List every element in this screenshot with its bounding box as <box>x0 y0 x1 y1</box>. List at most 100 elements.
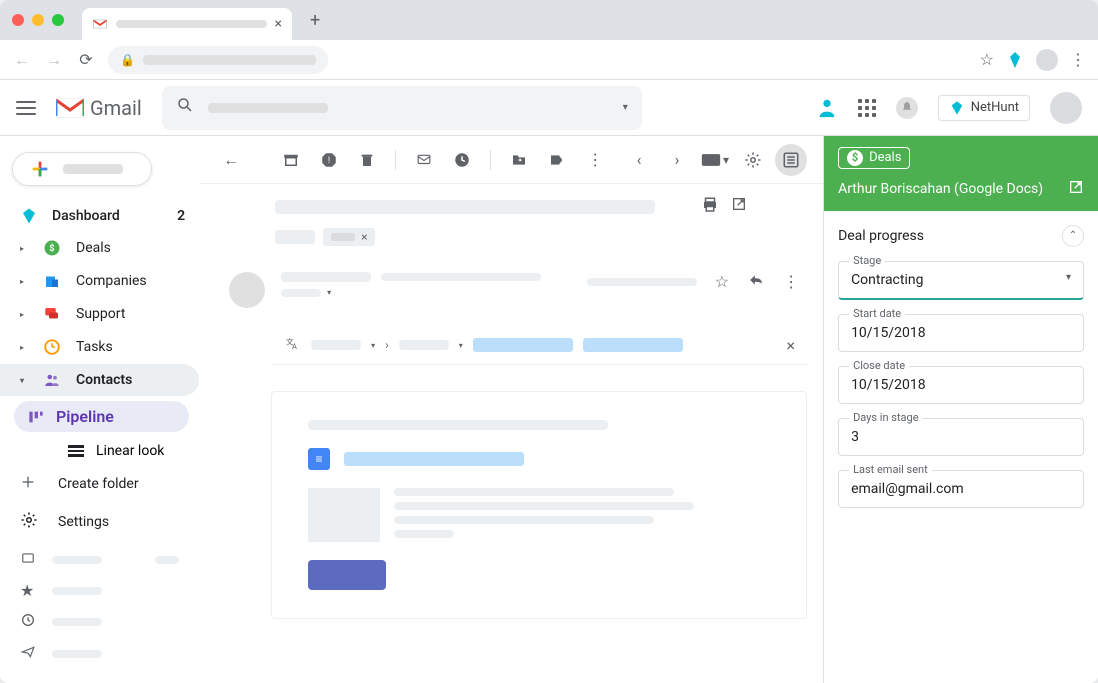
maximize-window-button[interactable] <box>52 14 64 26</box>
linear-label: Linear look <box>96 443 164 459</box>
doc-attachment[interactable]: ≡ <box>308 448 770 470</box>
browser-url-bar: ← → ⟳ 🔒 ☆ ⋮ <box>0 40 1098 80</box>
attachment-thumbnail[interactable] <box>308 488 380 542</box>
window-controls <box>12 14 64 26</box>
open-new-window-icon[interactable] <box>731 196 747 218</box>
mini-sent[interactable] <box>20 644 179 663</box>
sidebar-item-deals[interactable]: ▸ $ Deals <box>0 232 199 264</box>
mini-inbox[interactable] <box>20 550 179 569</box>
search-options-dropdown-icon[interactable]: ▾ <box>623 102 628 113</box>
nethunt-badge-icon <box>949 100 965 116</box>
section-collapse-button[interactable]: ⌃ <box>1062 225 1084 247</box>
dst-lang-dropdown[interactable]: ▾ <box>459 341 463 350</box>
tab-close-icon[interactable]: × <box>275 16 282 32</box>
reload-button[interactable]: ⟳ <box>76 50 96 69</box>
back-to-inbox-button[interactable]: ← <box>215 144 247 176</box>
main-menu-button[interactable] <box>16 101 36 115</box>
search-bar[interactable]: ▾ <box>162 86 642 130</box>
browser-tab-active[interactable]: × <box>82 8 292 40</box>
star-message-icon[interactable]: ☆ <box>715 272 729 291</box>
compose-button[interactable] <box>12 152 152 186</box>
settings-gear-button[interactable] <box>737 144 769 176</box>
forward-button[interactable]: → <box>44 50 64 70</box>
nethunt-crm-badge[interactable]: NetHunt <box>938 95 1030 121</box>
panel-header: $ Deals Arthur Boriscahan (Google Docs) <box>824 136 1098 211</box>
linear-icon <box>68 445 84 457</box>
label-chip[interactable]: × <box>323 228 375 246</box>
settings-label: Settings <box>58 514 109 530</box>
browser-tab-bar: × + <box>0 0 1098 40</box>
last-email-field[interactable]: Last email sent email@gmail.com <box>838 470 1084 508</box>
browser-profile-avatar[interactable] <box>1036 49 1058 71</box>
sidebar-item-tasks[interactable]: ▸ Tasks <box>0 331 199 363</box>
sidebar-item-label: Companies <box>76 273 147 289</box>
support-icon <box>42 304 62 324</box>
new-tab-button[interactable]: + <box>310 10 320 31</box>
mark-unread-button[interactable] <box>408 144 440 176</box>
compose-label-placeholder <box>63 164 123 174</box>
prev-message-button[interactable]: ‹ <box>623 144 655 176</box>
google-apps-icon[interactable] <box>858 99 876 117</box>
recipients-dropdown-icon[interactable]: ▾ <box>327 288 331 297</box>
sidebar-sub-linear[interactable]: Linear look <box>0 437 199 465</box>
stage-dropdown-icon: ▾ <box>1066 272 1071 283</box>
close-window-button[interactable] <box>12 14 24 26</box>
browser-menu-icon[interactable]: ⋮ <box>1070 50 1086 69</box>
dollar-icon: $ <box>847 150 863 166</box>
more-actions-button[interactable]: ⋮ <box>579 144 611 176</box>
side-panel-toggle-button[interactable] <box>775 144 807 176</box>
search-icon <box>176 96 194 119</box>
tab-title-placeholder <box>116 20 267 28</box>
gmail-labels-mini: ★ <box>0 542 199 671</box>
svg-text:A: A <box>292 342 297 351</box>
archive-button[interactable] <box>275 144 307 176</box>
days-in-stage-field[interactable]: Days in stage 3 <box>838 418 1084 456</box>
snooze-button[interactable] <box>446 144 478 176</box>
nethunt-extension-icon[interactable] <box>1006 51 1024 69</box>
delete-button[interactable] <box>351 144 383 176</box>
mini-starred[interactable]: ★ <box>20 581 179 600</box>
sidebar-item-support[interactable]: ▸ Support <box>0 298 199 330</box>
sidebar-item-companies[interactable]: ▸ Companies <box>0 265 199 297</box>
back-button[interactable]: ← <box>12 50 32 70</box>
message-more-icon[interactable]: ⋮ <box>783 272 799 291</box>
chip-remove-icon[interactable]: × <box>361 230 367 244</box>
bookmark-star-icon[interactable]: ☆ <box>980 50 994 69</box>
spam-button[interactable]: ! <box>313 144 345 176</box>
settings-button[interactable]: Settings <box>0 503 199 541</box>
reply-icon[interactable] <box>747 272 765 291</box>
panel-folder-tag[interactable]: $ Deals <box>838 147 910 169</box>
src-lang-dropdown[interactable]: ▾ <box>371 341 375 350</box>
open-record-icon[interactable] <box>1068 179 1084 199</box>
stage-select[interactable]: Stage Contracting ▾ <box>838 261 1084 300</box>
close-date-field[interactable]: Close date 10/15/2018 <box>838 366 1084 404</box>
create-folder-button[interactable]: Create folder <box>0 466 199 502</box>
sidebar-sub-pipeline[interactable]: Pipeline <box>14 401 189 432</box>
stage-value: Contracting <box>851 272 923 288</box>
notifications-icon[interactable] <box>896 97 918 119</box>
translate-action[interactable] <box>473 338 573 352</box>
move-to-button[interactable] <box>503 144 535 176</box>
translate-option[interactable] <box>583 338 683 352</box>
input-method-button[interactable]: ▾ <box>699 144 731 176</box>
mini-snoozed[interactable] <box>20 612 179 632</box>
sender-avatar[interactable] <box>229 272 265 308</box>
sidebar-dashboard[interactable]: Dashboard 2 <box>0 201 199 231</box>
address-bar[interactable]: 🔒 <box>108 46 328 74</box>
gmail-logo[interactable]: Gmail <box>56 96 142 120</box>
print-icon[interactable] <box>701 196 719 218</box>
sidebar-item-contacts[interactable]: ▾ Contacts <box>0 364 199 396</box>
minimize-window-button[interactable] <box>32 14 44 26</box>
plus-icon <box>20 474 40 494</box>
account-avatar[interactable] <box>1050 92 1082 124</box>
next-message-button[interactable]: › <box>661 144 693 176</box>
primary-action-button[interactable] <box>308 560 386 590</box>
nethunt-header-icon[interactable] <box>816 97 838 119</box>
labels-button[interactable] <box>541 144 573 176</box>
days-in-stage-label: Days in stage <box>849 411 922 424</box>
translate-close-icon[interactable]: × <box>787 336 796 355</box>
start-date-value: 10/15/2018 <box>851 325 926 341</box>
search-placeholder <box>208 103 328 113</box>
svg-text:!: ! <box>328 156 330 166</box>
start-date-field[interactable]: Start date 10/15/2018 <box>838 314 1084 352</box>
